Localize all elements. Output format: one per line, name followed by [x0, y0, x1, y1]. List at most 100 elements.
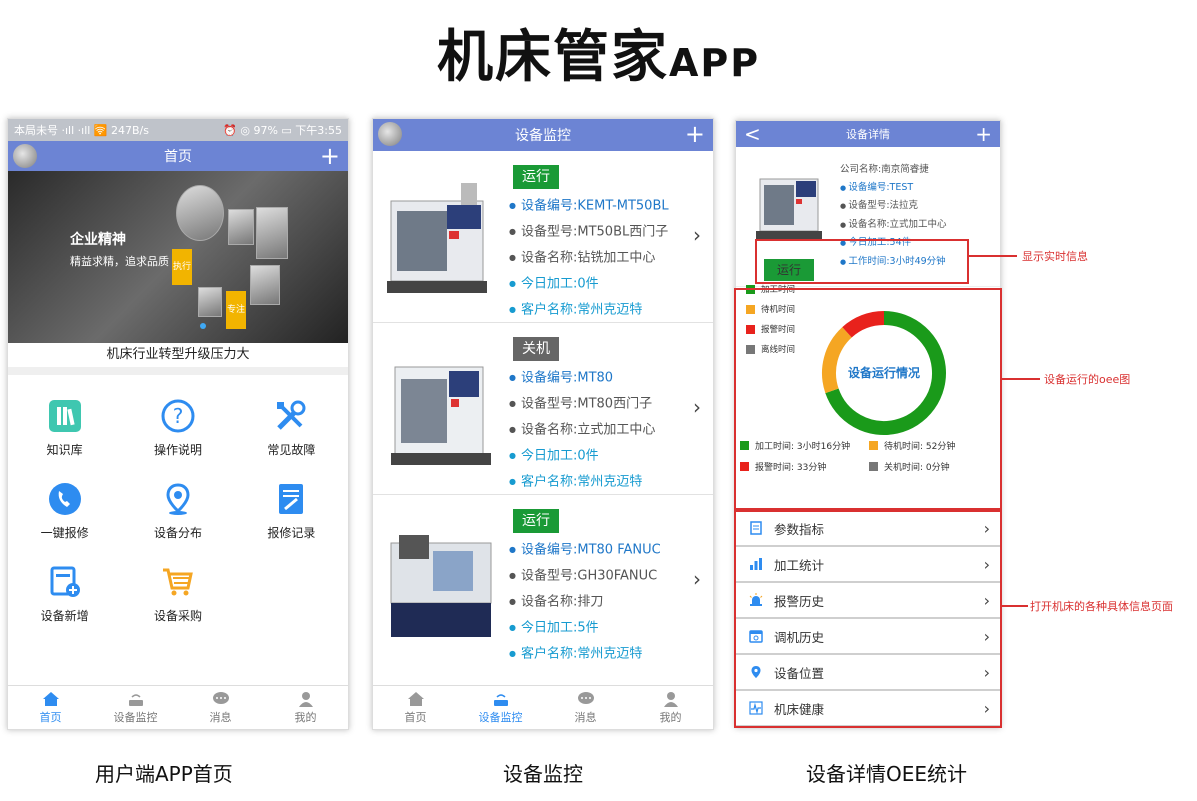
tab-home[interactable]: 首页	[373, 686, 458, 729]
plus-icon[interactable]: +	[975, 121, 992, 147]
status-left: 本局未号 ·ıll ·ıll 🛜 247B/s	[14, 124, 149, 137]
status-bar: 本局未号 ·ıll ·ıll 🛜 247B/s ⏰ ◎ 97% ▭ 下午3:55	[8, 119, 348, 141]
device-info: 设备编号:MT80 FANUC 设备型号:GH30FANUC 设备名称:排刀 今…	[509, 537, 661, 666]
grid-item-repair[interactable]: 一键报修	[8, 480, 121, 541]
page-title: 机床管家APP	[436, 25, 761, 90]
grid-label: 一键报修	[40, 526, 89, 540]
grid-item-knowledge[interactable]: 知识库	[8, 397, 121, 458]
realtime-info-highlight	[755, 239, 969, 284]
tab-label: 消息	[209, 710, 232, 724]
router-icon	[128, 693, 143, 706]
device-model: 设备型号:MT50BL西门子	[509, 219, 669, 245]
tab-profile[interactable]: 我的	[263, 686, 348, 729]
monitor-screen: 设备监控 + 运行 设备编号:KEMT-MT50BL 设备型号:MT50BL西门…	[372, 118, 714, 730]
company-name: 公司名称:南京简睿捷	[840, 164, 929, 175]
device-model: 设备型号:GH30FANUC	[509, 563, 661, 589]
status-right: ⏰ ◎ 97% ▭ 下午3:55	[223, 124, 342, 137]
oee-chart-highlight	[734, 288, 1002, 510]
chat-icon	[577, 691, 594, 704]
device-info: 设备编号:MT80 设备型号:MT80西门子 设备名称:立式加工中心 今日加工:…	[509, 365, 655, 494]
tab-messages[interactable]: 消息	[543, 686, 628, 729]
home-app-bar: 首页 +	[8, 141, 348, 171]
banner-tile	[250, 265, 280, 305]
plus-icon[interactable]: +	[320, 141, 340, 171]
cnc-machine-image	[387, 183, 487, 293]
svg-text:?: ?	[173, 404, 184, 428]
device-today: 今日加工:5件	[509, 615, 661, 641]
chat-icon	[212, 691, 229, 704]
device-customer: 客户名称:常州克迈特	[509, 641, 661, 667]
home-title: 首页	[164, 149, 192, 165]
device-customer: 客户名称:常州克迈特	[509, 297, 669, 323]
annotation-realtime: 显示实时信息	[1022, 250, 1088, 263]
chevron-right-icon[interactable]: ›	[693, 395, 701, 419]
banner-heading: 企业精神	[70, 232, 126, 248]
cnc-machine-image	[391, 366, 491, 465]
record-icon	[272, 480, 310, 518]
avatar[interactable]	[13, 144, 37, 168]
tab-home[interactable]: 首页	[8, 686, 93, 729]
tab-monitor[interactable]: 设备监控	[93, 686, 178, 729]
device-card[interactable]: 运行 设备编号:KEMT-MT50BL 设备型号:MT50BL西门子 设备名称:…	[373, 151, 713, 323]
tab-label: 消息	[574, 710, 597, 724]
user-icon	[298, 691, 313, 707]
device-code: 设备编号:MT80	[509, 365, 655, 391]
device-name: 设备名称:立式加工中心	[840, 216, 946, 235]
carousel-dot[interactable]	[200, 323, 206, 329]
home-screen: 本局未号 ·ıll ·ıll 🛜 247B/s ⏰ ◎ 97% ▭ 下午3:55…	[7, 118, 349, 730]
add-device-icon	[46, 563, 84, 601]
tab-label: 首页	[404, 710, 427, 724]
device-name: 设备名称:排刀	[509, 589, 661, 615]
device-card[interactable]: 关机 设备编号:MT80 设备型号:MT80西门子 设备名称:立式加工中心 今日…	[373, 323, 713, 495]
banner-tag: 执行	[172, 249, 192, 285]
grid-item-faults[interactable]: 常见故障	[235, 397, 348, 458]
device-today: 今日加工:0件	[509, 443, 655, 469]
news-headline[interactable]: 机床行业转型升级压力大	[8, 343, 348, 375]
annotation-oee: 设备运行的oee图	[1044, 373, 1131, 386]
device-today: 今日加工:0件	[509, 271, 669, 297]
chevron-right-icon[interactable]: ›	[693, 567, 701, 591]
avatar[interactable]	[378, 122, 402, 146]
tab-label: 我的	[659, 710, 682, 724]
device-card[interactable]: 运行 设备编号:MT80 FANUC 设备型号:GH30FANUC 设备名称:排…	[373, 495, 713, 667]
device-info: 设备编号:KEMT-MT50BL 设备型号:MT50BL西门子 设备名称:钻铣加…	[509, 193, 669, 322]
caption-monitor: 设备监控	[503, 762, 583, 786]
monitor-tab-bar: 首页 设备监控 消息 我的	[373, 685, 713, 729]
chevron-right-icon[interactable]: ›	[693, 223, 701, 247]
cnc-machine-image	[756, 178, 822, 239]
location-icon	[159, 480, 197, 518]
monitor-app-bar: 设备监控 +	[373, 119, 713, 151]
back-icon[interactable]: <	[744, 121, 761, 147]
tab-label: 我的	[294, 710, 317, 724]
device-name: 设备名称:立式加工中心	[509, 417, 655, 443]
banner-tile	[198, 287, 222, 317]
banner-gear-image	[176, 185, 224, 241]
grid-label: 操作说明	[153, 443, 202, 457]
home-icon	[42, 691, 59, 706]
caption-home: 用户端APP首页	[95, 762, 233, 786]
annotation-line	[969, 255, 1017, 257]
banner-tag: 专注	[226, 291, 246, 329]
tab-label: 设备监控	[113, 710, 158, 724]
grid-item-repair-records[interactable]: 报修记录	[235, 480, 348, 541]
grid-label: 设备采购	[153, 609, 202, 623]
grid-item-purchase[interactable]: 设备采购	[121, 563, 234, 624]
wrench-icon	[272, 397, 310, 435]
grid-label: 设备分布	[153, 526, 202, 540]
tab-messages[interactable]: 消息	[178, 686, 263, 729]
caption-detail: 设备详情OEE统计	[806, 762, 968, 786]
grid-label: 知识库	[46, 443, 83, 457]
grid-item-distribution[interactable]: 设备分布	[121, 480, 234, 541]
home-banner[interactable]: 企业精神 精益求精，追求品质 执行 专注	[8, 171, 348, 343]
device-name: 设备名称:钻铣加工中心	[509, 245, 669, 271]
grid-item-add-device[interactable]: 设备新增	[8, 563, 121, 624]
grid-label: 报修记录	[267, 526, 316, 540]
question-icon: ?	[159, 397, 197, 435]
detail-app-bar: < 设备详情 +	[736, 121, 1000, 147]
tab-profile[interactable]: 我的	[628, 686, 713, 729]
plus-icon[interactable]: +	[685, 119, 705, 149]
user-icon	[663, 691, 678, 707]
annotation-line	[1002, 605, 1028, 607]
tab-monitor[interactable]: 设备监控	[458, 686, 543, 729]
grid-item-manual[interactable]: ? 操作说明	[121, 397, 234, 458]
